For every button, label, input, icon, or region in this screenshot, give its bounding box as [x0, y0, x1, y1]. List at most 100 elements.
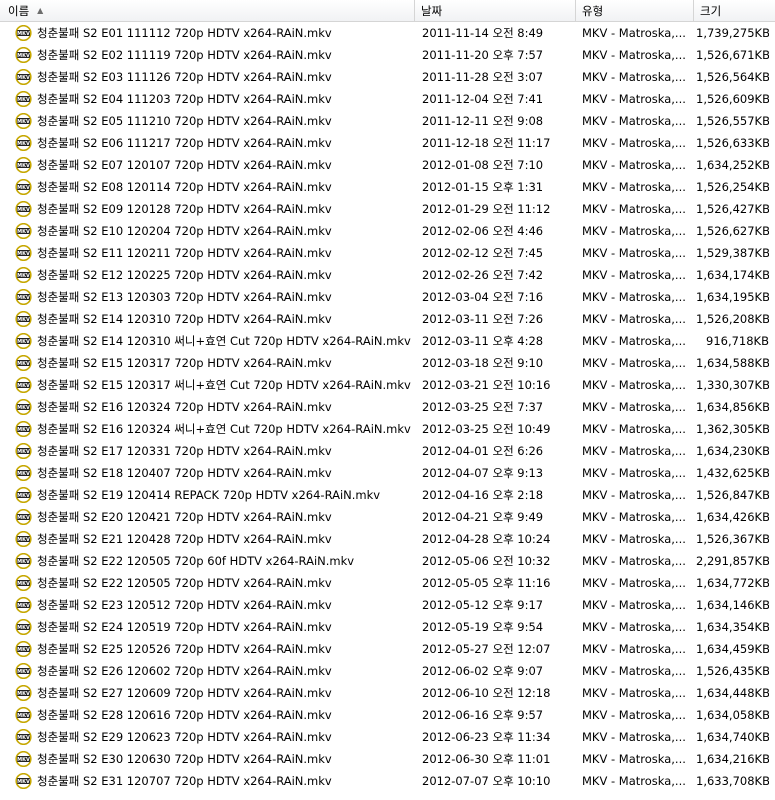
file-row[interactable]: MKV 청춘불패 S2 E11 120211 720p HDTV x264-RAi…	[0, 242, 775, 264]
mkv-badge-text: MKV	[17, 603, 30, 609]
file-row[interactable]: MKV 청춘불패 S2 E14 120310 720p HDTV x264-RAi…	[0, 308, 775, 330]
mkv-badge-text: MKV	[17, 119, 30, 125]
file-row[interactable]: MKV 청춘불패 S2 E29 120623 720p HDTV x264-RAi…	[0, 726, 775, 748]
mkv-badge-text: MKV	[17, 537, 30, 543]
file-size: 1,634,588KB	[696, 356, 769, 370]
file-size: 1,634,230KB	[696, 444, 769, 458]
file-size: 1,526,847KB	[696, 488, 769, 502]
file-size: 1,634,146KB	[696, 598, 769, 612]
file-date: 2011-12-04 오전 7:41	[422, 92, 544, 106]
mkv-file-icon: MKV	[15, 135, 32, 151]
mkv-file-icon: MKV	[15, 311, 32, 327]
mkv-file-icon: MKV	[15, 773, 32, 789]
file-row[interactable]: MKV 청춘불패 S2 E09 120128 720p HDTV x264-RAi…	[0, 198, 775, 220]
file-row[interactable]: MKV 청춘불패 S2 E26 120602 720p HDTV x264-RAi…	[0, 660, 775, 682]
file-name: 청춘불패 S2 E07 120107 720p HDTV x264-RAiN.m…	[37, 158, 332, 172]
file-name: 청춘불패 S2 E08 120114 720p HDTV x264-RAiN.m…	[37, 180, 332, 194]
file-date: 2012-05-19 오후 9:54	[422, 620, 544, 634]
file-date: 2012-07-07 오후 10:10	[422, 774, 551, 788]
file-list-view[interactable]: 이름 ▲ 날짜 유형 크기 MKV 청춘불패 S2 E01 111112 720p…	[0, 0, 775, 800]
file-row[interactable]: MKV 청춘불패 S2 E21 120428 720p HDTV x264-RAi…	[0, 528, 775, 550]
file-name: 청춘불패 S2 E16 120324 써니+효연 Cut 720p HDTV x…	[37, 422, 411, 436]
file-type: MKV - Matroska,...	[582, 774, 686, 788]
file-date: 2012-03-04 오전 7:16	[422, 290, 544, 304]
file-row[interactable]: MKV 청춘불패 S2 E06 111217 720p HDTV x264-RAi…	[0, 132, 775, 154]
column-header-type[interactable]: 유형	[576, 0, 694, 22]
file-size: 1,739,275KB	[696, 26, 769, 40]
file-name: 청춘불패 S2 E16 120324 720p HDTV x264-RAiN.m…	[37, 400, 332, 414]
mkv-file-icon: MKV	[15, 619, 32, 635]
file-name: 청춘불패 S2 E22 120505 720p HDTV x264-RAiN.m…	[37, 576, 332, 590]
file-size: 1,526,557KB	[696, 114, 769, 128]
file-size: 1,526,427KB	[696, 202, 769, 216]
mkv-file-icon: MKV	[15, 113, 32, 129]
file-row[interactable]: MKV 청춘불패 S2 E17 120331 720p HDTV x264-RAi…	[0, 440, 775, 462]
column-header-name-label: 이름	[8, 3, 30, 18]
file-date: 2012-05-05 오후 11:16	[422, 576, 551, 590]
file-type: MKV - Matroska,...	[582, 642, 686, 656]
file-name: 청춘불패 S2 E25 120526 720p HDTV x264-RAiN.m…	[37, 642, 332, 656]
mkv-file-icon: MKV	[15, 157, 32, 173]
file-date: 2012-01-29 오전 11:12	[422, 202, 551, 216]
mkv-badge-text: MKV	[17, 317, 30, 323]
file-row[interactable]: MKV 청춘불패 S2 E27 120609 720p HDTV x264-RAi…	[0, 682, 775, 704]
file-row[interactable]: MKV 청춘불패 S2 E08 120114 720p HDTV x264-RAi…	[0, 176, 775, 198]
file-row[interactable]: MKV 청춘불패 S2 E30 120630 720p HDTV x264-RAi…	[0, 748, 775, 770]
file-date: 2011-12-18 오전 11:17	[422, 136, 551, 150]
file-date: 2011-11-14 오전 8:49	[422, 26, 544, 40]
file-date: 2012-03-18 오전 9:10	[422, 356, 544, 370]
file-row[interactable]: MKV 청춘불패 S2 E03 111126 720p HDTV x264-RAi…	[0, 66, 775, 88]
file-name: 청춘불패 S2 E06 111217 720p HDTV x264-RAiN.m…	[37, 136, 332, 150]
file-row[interactable]: MKV 청춘불패 S2 E20 120421 720p HDTV x264-RAi…	[0, 506, 775, 528]
file-row[interactable]: MKV 청춘불패 S2 E01 111112 720p HDTV x264-RAi…	[0, 22, 775, 44]
file-row[interactable]: MKV 청춘불패 S2 E16 120324 써니+효연 Cut 720p HDT…	[0, 418, 775, 440]
file-row[interactable]: MKV 청춘불패 S2 E12 120225 720p HDTV x264-RAi…	[0, 264, 775, 286]
column-header-name[interactable]: 이름 ▲	[0, 0, 415, 22]
mkv-badge-text: MKV	[17, 779, 30, 785]
column-header-size[interactable]: 크기	[694, 0, 775, 22]
file-row[interactable]: MKV 청춘불패 S2 E18 120407 720p HDTV x264-RAi…	[0, 462, 775, 484]
file-row[interactable]: MKV 청춘불패 S2 E25 120526 720p HDTV x264-RAi…	[0, 638, 775, 660]
mkv-file-icon: MKV	[15, 47, 32, 63]
file-row[interactable]: MKV 청춘불패 S2 E15 120317 720p HDTV x264-RAi…	[0, 352, 775, 374]
file-name: 청춘불패 S2 E20 120421 720p HDTV x264-RAiN.m…	[37, 510, 332, 524]
mkv-badge-text: MKV	[17, 647, 30, 653]
file-row[interactable]: MKV 청춘불패 S2 E22 120505 720p 60f HDTV x264…	[0, 550, 775, 572]
file-row[interactable]: MKV 청춘불패 S2 E10 120204 720p HDTV x264-RAi…	[0, 220, 775, 242]
file-row[interactable]: MKV 청춘불패 S2 E28 120616 720p HDTV x264-RAi…	[0, 704, 775, 726]
file-date: 2012-03-25 오전 10:49	[422, 422, 551, 436]
column-header-type-label: 유형	[582, 3, 604, 18]
mkv-file-icon: MKV	[15, 223, 32, 239]
file-type: MKV - Matroska,...	[582, 48, 686, 62]
file-name: 청춘불패 S2 E15 120317 써니+효연 Cut 720p HDTV x…	[37, 378, 411, 392]
file-size: 1,634,174KB	[696, 268, 769, 282]
file-row[interactable]: MKV 청춘불패 S2 E31 120707 720p HDTV x264-RAi…	[0, 770, 775, 792]
file-row[interactable]: MKV 청춘불패 S2 E02 111119 720p HDTV x264-RAi…	[0, 44, 775, 66]
file-row[interactable]: MKV 청춘불패 S2 E15 120317 써니+효연 Cut 720p HDT…	[0, 374, 775, 396]
file-row[interactable]: MKV 청춘불패 S2 E22 120505 720p HDTV x264-RAi…	[0, 572, 775, 594]
file-name: 청춘불패 S2 E22 120505 720p 60f HDTV x264-RA…	[37, 554, 355, 568]
file-size: 1,634,252KB	[696, 158, 769, 172]
mkv-badge-text: MKV	[17, 383, 30, 389]
file-row[interactable]: MKV 청춘불패 S2 E14 120310 써니+효연 Cut 720p HDT…	[0, 330, 775, 352]
file-type: MKV - Matroska,...	[582, 752, 686, 766]
mkv-file-icon: MKV	[15, 289, 32, 305]
file-row[interactable]: MKV 청춘불패 S2 E19 120414 REPACK 720p HDTV x…	[0, 484, 775, 506]
mkv-badge-text: MKV	[17, 163, 30, 169]
mkv-file-icon: MKV	[15, 663, 32, 679]
file-row[interactable]: MKV 청춘불패 S2 E16 120324 720p HDTV x264-RAi…	[0, 396, 775, 418]
file-row[interactable]: MKV 청춘불패 S2 E23 120512 720p HDTV x264-RAi…	[0, 594, 775, 616]
file-row[interactable]: MKV 청춘불패 S2 E05 111210 720p HDTV x264-RAi…	[0, 110, 775, 132]
file-row[interactable]: MKV 청춘불패 S2 E07 120107 720p HDTV x264-RAi…	[0, 154, 775, 176]
file-date: 2012-06-23 오후 11:34	[422, 730, 551, 744]
file-row[interactable]: MKV 청춘불패 S2 E13 120303 720p HDTV x264-RAi…	[0, 286, 775, 308]
file-type: MKV - Matroska,...	[582, 554, 686, 568]
file-row[interactable]: MKV 청춘불패 S2 E24 120519 720p HDTV x264-RAi…	[0, 616, 775, 638]
file-date: 2012-04-21 오후 9:49	[422, 510, 544, 524]
file-name: 청춘불패 S2 E03 111126 720p HDTV x264-RAiN.m…	[37, 70, 332, 84]
column-header-date[interactable]: 날짜	[415, 0, 576, 22]
file-row[interactable]: MKV 청춘불패 S2 E04 111203 720p HDTV x264-RAi…	[0, 88, 775, 110]
file-name: 청춘불패 S2 E24 120519 720p HDTV x264-RAiN.m…	[37, 620, 332, 634]
mkv-badge-text: MKV	[17, 229, 30, 235]
file-name: 청춘불패 S2 E09 120128 720p HDTV x264-RAiN.m…	[37, 202, 332, 216]
